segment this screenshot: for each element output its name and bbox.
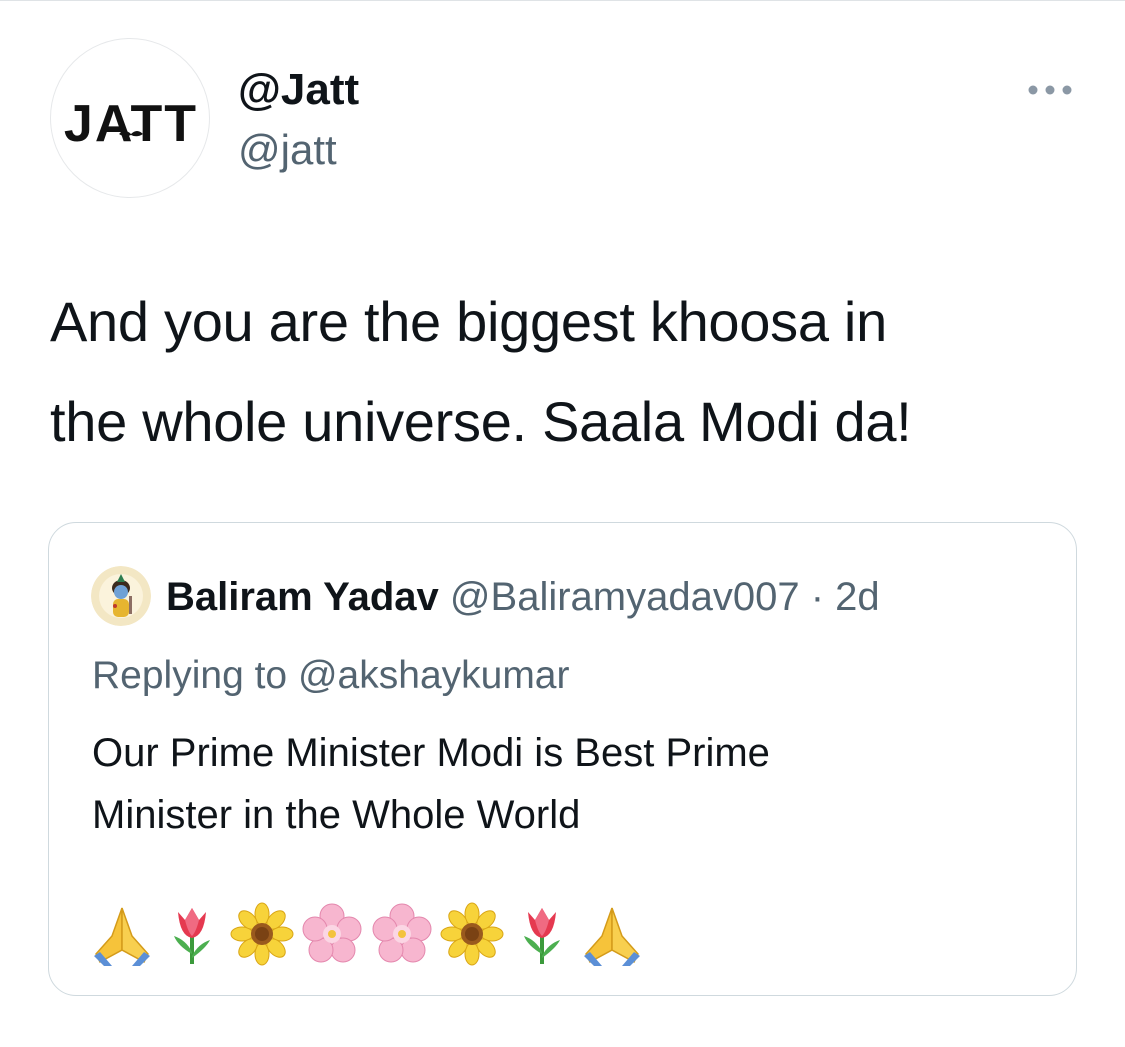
sunflower-icon — [230, 902, 294, 966]
cherry-blossom-icon — [372, 903, 432, 963]
author-handle[interactable]: @jatt — [238, 124, 337, 176]
quoted-author-avatar[interactable] — [91, 566, 151, 626]
separator-dot: · — [810, 575, 825, 619]
jatt-logo-text: JATT — [64, 95, 198, 153]
quoted-tweet-text: Our Prime Minister Modi is Best Prime Mi… — [92, 722, 1042, 846]
krishna-avatar-icon — [91, 566, 151, 626]
tweet-text-line: the whole universe. Saala Modi da! — [50, 390, 912, 453]
quoted-text-line: Our Prime Minister Modi is Best Prime — [92, 731, 770, 775]
tulip-icon — [174, 908, 210, 964]
quoted-timestamp[interactable]: 2d — [835, 575, 880, 619]
tweet: JATT @Jatt @jatt And you are the biggest… — [0, 0, 1125, 1047]
quoted-text-line: Minister in the Whole World — [92, 793, 581, 837]
quoted-header: Baliram Yadav @Baliramyadav007 · 2d — [166, 571, 880, 623]
replying-to: Replying to @akshaykumar — [92, 650, 569, 702]
more-horizontal-icon — [1028, 85, 1072, 95]
quoted-author-name[interactable]: Baliram Yadav — [166, 575, 439, 619]
folded-hands-icon — [94, 907, 150, 966]
tulip-icon — [524, 908, 560, 964]
replying-to-label: Replying to — [92, 654, 288, 697]
cherry-blossom-icon — [302, 903, 362, 963]
tweet-text-line: And you are the biggest khoosa in — [50, 290, 887, 353]
tweet-text: And you are the biggest khoosa in the wh… — [50, 272, 1090, 472]
jatt-logo-icon: JATT — [64, 95, 198, 153]
emoji-row — [90, 902, 644, 968]
author-avatar[interactable]: JATT — [50, 38, 210, 198]
author-name[interactable]: @Jatt — [238, 64, 359, 116]
more-options-button[interactable] — [1022, 78, 1078, 102]
replying-to-mention[interactable]: @akshaykumar — [298, 654, 570, 697]
folded-hands-icon — [584, 907, 640, 966]
sunflower-icon — [440, 902, 504, 966]
quoted-author-handle[interactable]: @Baliramyadav007 — [450, 575, 800, 619]
